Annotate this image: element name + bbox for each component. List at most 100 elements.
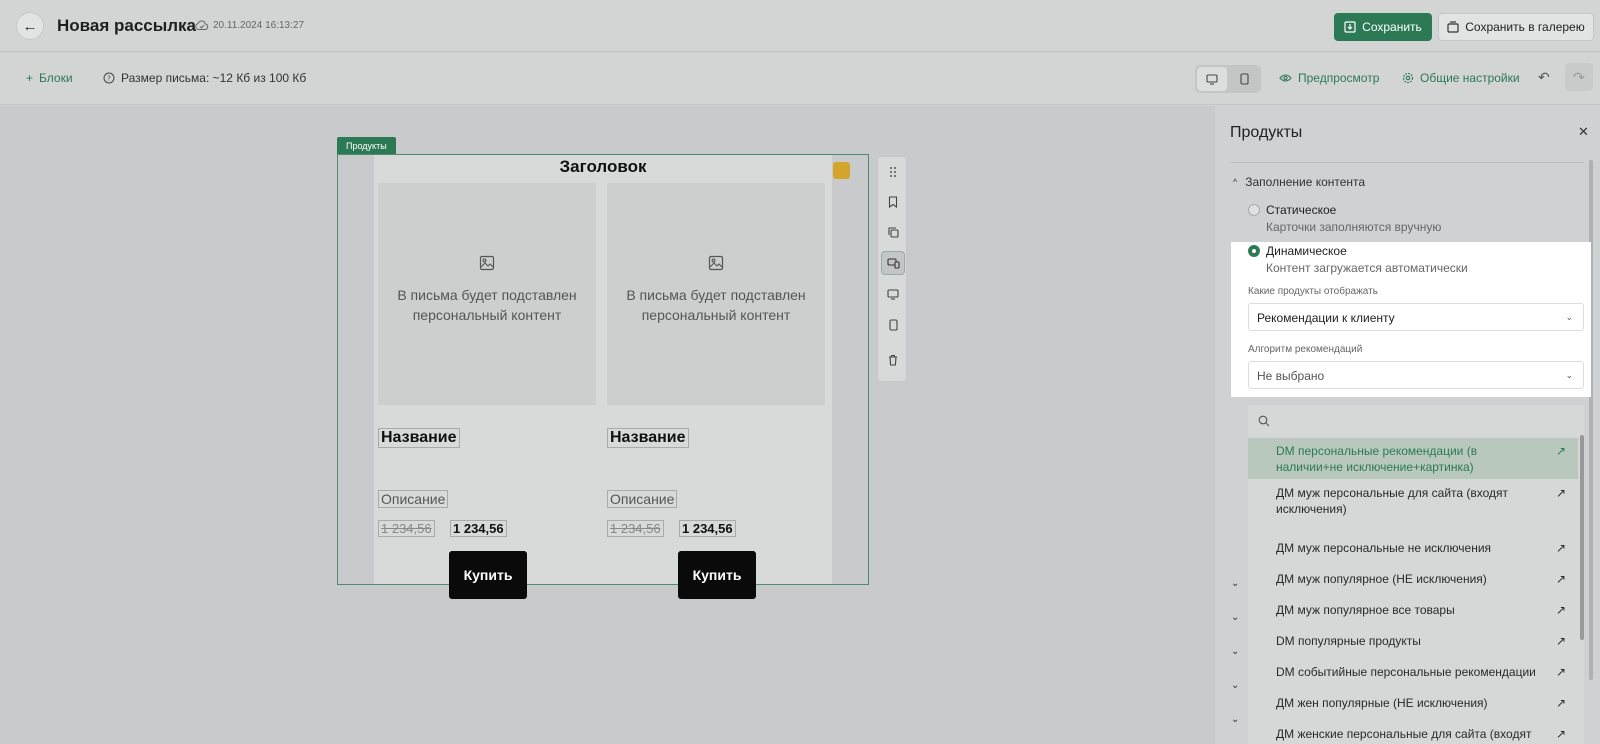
external-link-icon[interactable]: ↗: [1556, 726, 1566, 742]
mobile-icon: [888, 319, 898, 331]
mobile-only-button[interactable]: [881, 313, 905, 337]
dropdown-option[interactable]: DM событийные персональные рекомендации …: [1248, 664, 1578, 680]
duplicate-button[interactable]: [881, 220, 905, 244]
bookmark-button[interactable]: [881, 190, 905, 214]
cloud-check-icon: [195, 20, 209, 30]
email-size-info: ? Размер письма: ~12 Кб из 100 Кб: [103, 71, 306, 85]
product-card[interactable]: В письма будет подставлен персональный к…: [374, 183, 596, 599]
product-description[interactable]: Описание: [607, 490, 678, 508]
product-card[interactable]: В письма будет подставлен персональный к…: [603, 183, 825, 599]
editor-toolbar: + Блоки ? Размер письма: ~12 Кб из 100 К…: [0, 53, 1600, 105]
blocks-button[interactable]: + Блоки: [26, 71, 73, 85]
image-icon: [708, 255, 724, 271]
external-link-icon[interactable]: ↗: [1556, 443, 1566, 459]
option-label: ДМ жен популярные (НЕ исключения): [1276, 696, 1488, 710]
dropdown-option[interactable]: ДМ муж персональные не исключения ↗: [1248, 540, 1578, 556]
chevron-down-icon[interactable]: ⌄: [1231, 578, 1239, 589]
chevron-down-icon[interactable]: ⌄: [1231, 714, 1239, 725]
general-settings-button[interactable]: Общие настройки: [1402, 71, 1520, 85]
algorithm-select[interactable]: Не выбрано ⌄: [1248, 361, 1584, 389]
redo-icon: ↷: [1573, 68, 1585, 85]
dropdown-option[interactable]: DM популярные продукты ↗: [1248, 633, 1578, 649]
external-link-icon[interactable]: ↗: [1556, 540, 1566, 556]
dropdown-option[interactable]: ДМ муж популярное все товары ↗: [1248, 602, 1578, 618]
chevron-down-icon: ⌄: [1565, 312, 1573, 322]
chevron-down-icon[interactable]: ⌄: [1231, 680, 1239, 691]
dropdown-option[interactable]: DM персональные рекомендации (в наличии+…: [1248, 439, 1578, 479]
chevron-down-icon[interactable]: ⌄: [1231, 612, 1239, 623]
buy-button[interactable]: Купить: [449, 551, 527, 599]
preview-label: Предпросмотр: [1298, 71, 1380, 85]
static-radio[interactable]: [1248, 204, 1260, 216]
image-icon: [479, 255, 495, 271]
algorithm-field-label: Алгоритм рекомендаций: [1248, 344, 1363, 355]
blocks-label: Блоки: [39, 71, 73, 85]
email-products-block[interactable]: Заголовок В письма будет подставлен перс…: [374, 155, 832, 599]
external-link-icon[interactable]: ↗: [1556, 633, 1566, 649]
dropdown-option[interactable]: ДМ жен популярные (НЕ исключения) ↗: [1248, 695, 1578, 711]
algorithm-dropdown: DM персональные рекомендации (в наличии+…: [1248, 405, 1584, 744]
external-link-icon[interactable]: ↗: [1556, 664, 1566, 680]
option-label: ДМ муж персональные для сайта (входят ис…: [1276, 486, 1509, 516]
static-label: Статическое: [1266, 203, 1337, 217]
both-devices-button[interactable]: [881, 251, 905, 275]
preview-button[interactable]: Предпросмотр: [1279, 71, 1379, 85]
content-fill-section-toggle[interactable]: ^ Заполнение контента: [1233, 175, 1365, 189]
buy-button[interactable]: Купить: [678, 551, 756, 599]
top-bar: ← Новая рассылка 20.11.2024 16:13:27 Сох…: [0, 0, 1600, 52]
dropdown-option[interactable]: ДМ муж популярное (НЕ исключения) ↗: [1248, 571, 1578, 587]
redo-button[interactable]: ↷: [1565, 63, 1593, 91]
dynamic-radio[interactable]: [1248, 245, 1260, 257]
product-old-price[interactable]: 1 234,56: [607, 520, 664, 537]
delete-button[interactable]: [881, 348, 905, 372]
back-button[interactable]: ←: [16, 12, 44, 40]
save-to-gallery-button[interactable]: Сохранить в галерею: [1438, 13, 1594, 41]
arrow-left-icon: ←: [22, 17, 38, 35]
external-link-icon[interactable]: ↗: [1556, 485, 1566, 501]
gallery-icon: [1447, 21, 1459, 33]
external-link-icon[interactable]: ↗: [1556, 571, 1566, 587]
magic-wand-icon[interactable]: [833, 162, 850, 179]
product-price[interactable]: 1 234,56: [450, 520, 507, 537]
product-price[interactable]: 1 234,56: [679, 520, 736, 537]
external-link-icon[interactable]: ↗: [1556, 602, 1566, 618]
external-link-icon[interactable]: ↗: [1556, 695, 1566, 711]
panel-scrollbar[interactable]: [1589, 160, 1593, 680]
drag-handle[interactable]: [881, 160, 905, 184]
gear-icon: [1402, 72, 1414, 84]
close-panel-button[interactable]: ✕: [1578, 124, 1589, 140]
desktop-view-button[interactable]: [1197, 67, 1227, 91]
mobile-icon: [1239, 73, 1249, 85]
email-heading[interactable]: Заголовок: [374, 155, 832, 181]
product-name[interactable]: Название: [607, 428, 689, 448]
saved-timestamp: 20.11.2024 16:13:27: [213, 20, 305, 31]
block-type-tag: Продукты: [337, 137, 396, 154]
bookmark-icon: [888, 196, 898, 208]
dropdown-scrollbar[interactable]: [1580, 435, 1584, 640]
mobile-view-button[interactable]: [1229, 67, 1259, 91]
product-old-price[interactable]: 1 234,56: [378, 520, 435, 537]
products-select[interactable]: Рекомендации к клиенту ⌄: [1248, 303, 1584, 331]
dropdown-search-input[interactable]: [1248, 405, 1584, 439]
product-image-placeholder[interactable]: В письма будет подставлен персональный к…: [378, 183, 596, 405]
product-name[interactable]: Название: [378, 428, 460, 448]
undo-button[interactable]: ↶: [1538, 69, 1550, 86]
chevron-down-icon[interactable]: ⌄: [1231, 646, 1239, 657]
products-select-value: Рекомендации к клиенту: [1257, 311, 1395, 325]
dropdown-option[interactable]: ДМ женские персональные для сайта (входя…: [1248, 726, 1578, 742]
search-icon: [1258, 415, 1270, 427]
copy-icon: [887, 226, 899, 238]
option-label: ДМ муж персональные не исключения: [1276, 541, 1492, 555]
algorithm-select-value: Не выбрано: [1257, 369, 1325, 383]
trash-icon: [889, 354, 897, 366]
save-button[interactable]: Сохранить: [1334, 13, 1432, 41]
desktop-only-button[interactable]: [881, 282, 905, 306]
option-label: ДМ муж популярное все товары: [1276, 603, 1455, 617]
dropdown-option[interactable]: ДМ муж персональные для сайта (входят ис…: [1248, 485, 1578, 517]
placeholder-text: В письма будет подставлен персональный к…: [626, 287, 806, 323]
save-to-gallery-label: Сохранить в галерею: [1465, 20, 1585, 34]
product-description[interactable]: Описание: [378, 490, 449, 508]
product-image-placeholder[interactable]: В письма будет подставлен персональный к…: [607, 183, 825, 405]
option-label: DM персональные рекомендации (в наличии+…: [1276, 444, 1478, 474]
devices-icon: [886, 257, 900, 269]
